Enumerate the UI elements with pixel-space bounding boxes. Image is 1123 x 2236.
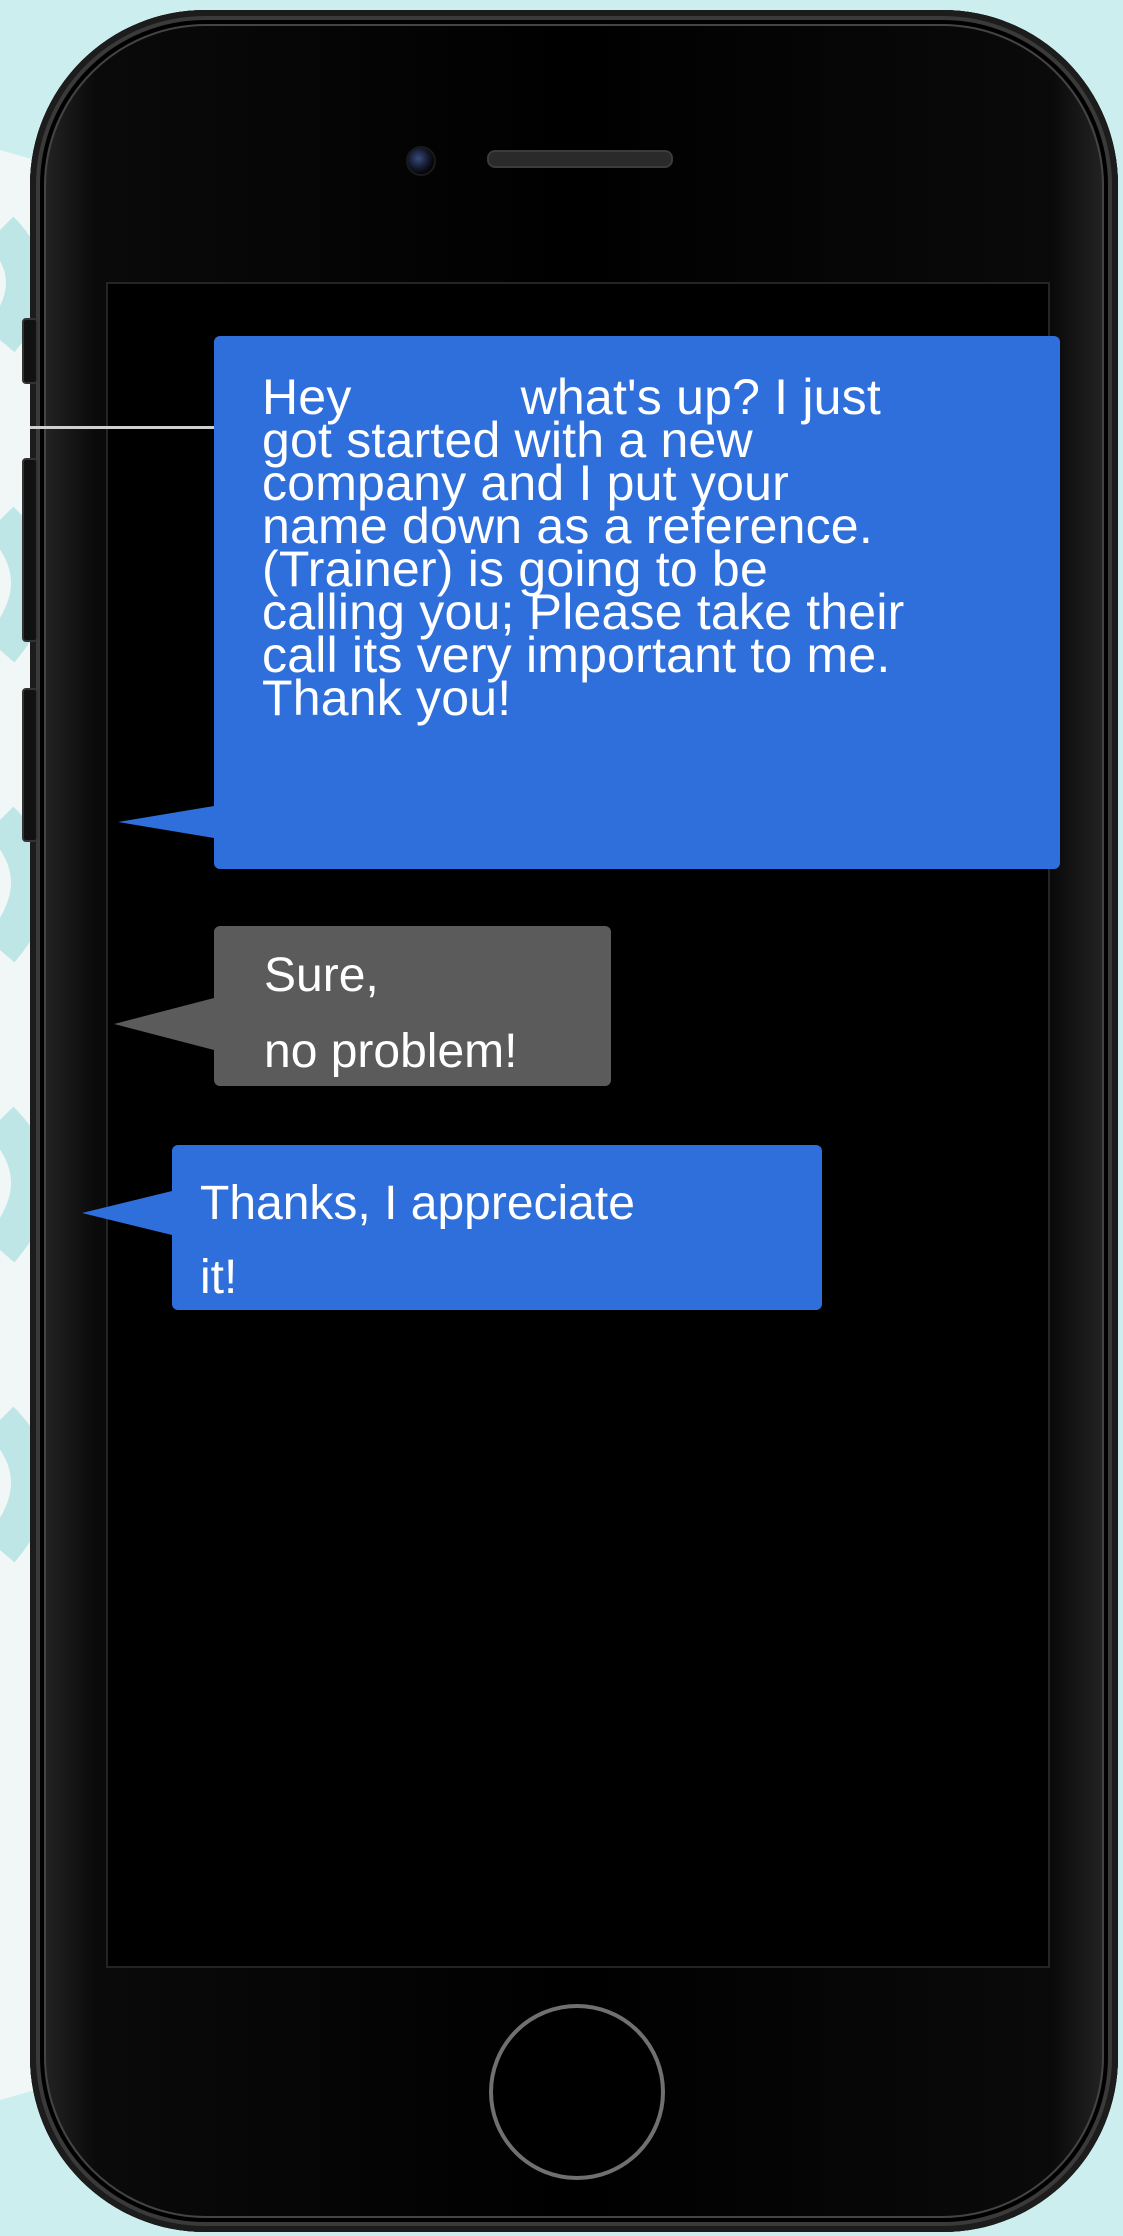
volume-down-button	[22, 688, 38, 842]
sent-message-bubble: Thanks, I appreciate it!	[82, 1145, 822, 1310]
connector-line	[30, 426, 214, 429]
message-line: no problem!	[264, 1025, 518, 1078]
earpiece-speaker-icon	[487, 150, 673, 168]
bubble-tail	[114, 998, 214, 1050]
message-line: Thank you!	[262, 670, 512, 726]
volume-up-button	[22, 458, 38, 642]
received-message-bubble: Sure, no problem!	[114, 926, 611, 1086]
front-camera-icon	[406, 146, 436, 176]
bubble-tail	[118, 806, 214, 838]
home-button-icon[interactable]	[489, 2004, 665, 2180]
mute-switch	[22, 318, 38, 384]
bubble-tail	[82, 1191, 172, 1235]
message-line: Thanks, I appreciate	[200, 1177, 635, 1230]
sent-message-bubble: Hey what's up? I just got started with a…	[118, 336, 1060, 869]
message-line: Sure,	[264, 949, 379, 1002]
message-line: it!	[200, 1251, 238, 1304]
